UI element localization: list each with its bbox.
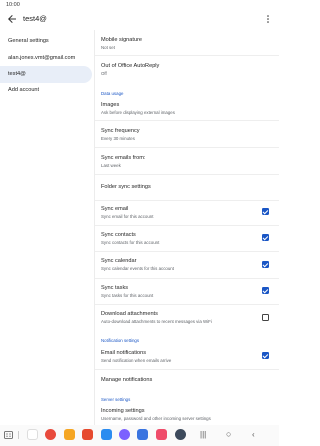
divider: [95, 55, 279, 56]
divider: [95, 147, 279, 148]
home-icon[interactable]: ○: [226, 429, 231, 439]
sync-tasks-title: Sync tasks: [101, 285, 129, 291]
app-header: test4@: [0, 11, 279, 27]
sync-email-row[interactable]: Sync email Sync email for this account: [101, 206, 273, 220]
sync-emails-from-row[interactable]: Sync emails from: Last week: [101, 155, 273, 169]
system-nav-bar: ||| ○ ‹: [0, 425, 279, 446]
manage-notifications-title: Manage notifications: [101, 377, 153, 383]
divider: [95, 278, 279, 279]
back-arrow-icon[interactable]: [6, 13, 18, 25]
sync-contacts-checkbox[interactable]: [262, 234, 269, 241]
email-notifications-row[interactable]: Email notifications Send notification wh…: [101, 350, 273, 364]
download-attachments-sub: Auto-download attachments to recent mess…: [101, 319, 212, 324]
sync-email-checkbox[interactable]: [262, 208, 269, 215]
grid-apps-icon[interactable]: [4, 431, 13, 439]
sync-tasks-row[interactable]: Sync tasks Sync tasks for this account: [101, 285, 273, 299]
mobile-signature-sub: Not set: [101, 45, 115, 50]
sync-contacts-row[interactable]: Sync contacts Sync contacts for this acc…: [101, 232, 273, 246]
out-of-office-sub: Off: [101, 71, 107, 76]
manage-notifications-row[interactable]: Manage notifications: [101, 377, 273, 384]
accounts-sidebar: General settings alan.jones.vmt@gmail.co…: [0, 30, 94, 425]
out-of-office-title: Out of Office AutoReply: [101, 63, 160, 69]
page-title: test4@: [23, 14, 47, 23]
sync-tasks-sub: Sync tasks for this account: [101, 293, 154, 298]
google-app-icon[interactable]: [45, 429, 56, 440]
images-row[interactable]: Images Ask before displaying external im…: [101, 102, 273, 116]
folder-sync-title: Folder sync settings: [101, 184, 151, 190]
dock-separator: [18, 431, 19, 439]
status-time: 10:00: [6, 2, 20, 8]
messages-app-icon[interactable]: [64, 429, 75, 440]
email-notifications-sub: Send notification when emails arrive: [101, 358, 172, 363]
download-attachments-title: Download attachments: [101, 311, 158, 317]
recent-apps-icon[interactable]: |||: [200, 430, 206, 439]
divider: [95, 225, 279, 226]
chat-app-icon[interactable]: [101, 429, 112, 440]
divider: [95, 200, 279, 201]
sync-calendar-title: Sync calendar: [101, 258, 137, 264]
divider: [95, 304, 279, 305]
phone-app-icon[interactable]: [27, 429, 38, 440]
server-settings-heading: Server settings: [101, 397, 131, 402]
more-vert-icon[interactable]: [264, 13, 272, 25]
gallery-app-icon[interactable]: [137, 429, 148, 440]
account-settings-list: Mobile signature Not set Out of Office A…: [95, 30, 279, 425]
folder-sync-row[interactable]: Folder sync settings: [101, 184, 273, 191]
divider: [95, 174, 279, 175]
sidebar-item-account-test4[interactable]: test4@: [0, 66, 92, 83]
incoming-settings-row[interactable]: Incoming settings Username, password and…: [101, 408, 273, 422]
email-notifications-checkbox[interactable]: [262, 352, 269, 359]
mobile-signature-title: Mobile signature: [101, 37, 143, 43]
sync-contacts-title: Sync contacts: [101, 232, 136, 238]
sync-emails-from-title: Sync emails from:: [101, 155, 146, 161]
divider: [95, 251, 279, 252]
email-notifications-title: Email notifications: [101, 350, 147, 356]
sync-calendar-row[interactable]: Sync calendar Sync calendar events for t…: [101, 258, 273, 272]
incoming-settings-title: Incoming settings: [101, 408, 145, 414]
images-sub: Ask before displaying external images: [101, 110, 175, 115]
mobile-signature-row[interactable]: Mobile signature Not set: [101, 37, 273, 51]
sync-email-title: Sync email: [101, 206, 129, 212]
sidebar-item-add-account[interactable]: Add account: [0, 82, 94, 99]
download-attachments-checkbox[interactable]: [262, 314, 269, 321]
status-bar: 10:00: [0, 0, 279, 11]
data-usage-heading: Data usage: [101, 91, 124, 96]
divider: [95, 120, 279, 121]
browser-app-icon[interactable]: [119, 429, 130, 440]
sync-calendar-sub: Sync calendar events for this account: [101, 266, 174, 271]
sync-calendar-checkbox[interactable]: [262, 261, 269, 268]
out-of-office-row[interactable]: Out of Office AutoReply Off: [101, 63, 273, 77]
back-nav-icon[interactable]: ‹: [252, 430, 255, 439]
incoming-settings-sub: Username, password and other incoming se…: [101, 416, 211, 421]
sync-frequency-title: Sync frequency: [101, 128, 140, 134]
sync-frequency-sub: Every 30 minutes: [101, 136, 135, 141]
camera-app-icon[interactable]: [82, 429, 93, 440]
sync-email-sub: Sync email for this account: [101, 214, 154, 219]
sidebar-item-account-alan[interactable]: alan.jones.vmt@gmail.com: [0, 50, 94, 67]
divider: [95, 369, 279, 370]
sync-frequency-row[interactable]: Sync frequency Every 30 minutes: [101, 128, 273, 142]
sidebar-item-general-settings[interactable]: General settings: [0, 33, 94, 50]
download-attachments-row[interactable]: Download attachments Auto-download attac…: [101, 311, 273, 325]
sync-contacts-sub: Sync contacts for this account: [101, 240, 160, 245]
sync-tasks-checkbox[interactable]: [262, 287, 269, 294]
settings-app-icon[interactable]: [175, 429, 186, 440]
notification-settings-heading: Notification settings: [101, 338, 140, 343]
images-title: Images: [101, 102, 120, 108]
store-app-icon[interactable]: [156, 429, 167, 440]
sync-emails-from-sub: Last week: [101, 163, 121, 168]
